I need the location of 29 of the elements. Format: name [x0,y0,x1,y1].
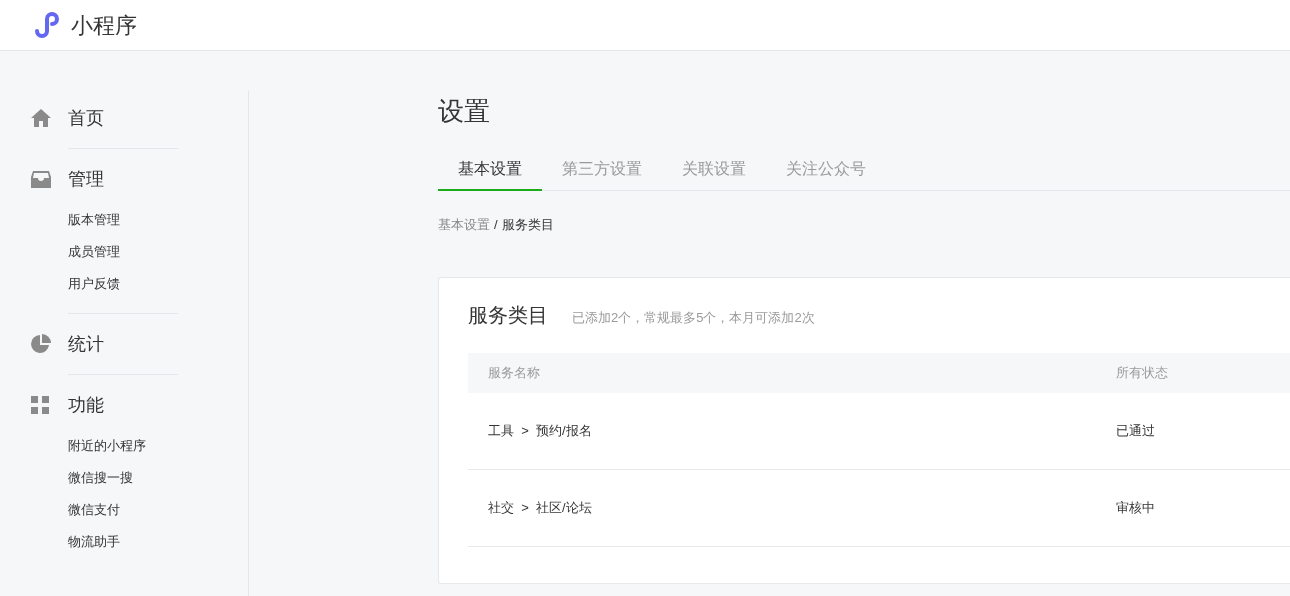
inbox-icon [31,170,51,188]
sidebar-subitem[interactable]: 用户反馈 [68,268,120,300]
home-icon [31,109,51,127]
sidebar-subitem[interactable]: 微信搜一搜 [68,462,133,494]
grid-icon [31,396,49,414]
column-header: 所有状态 [1116,364,1168,383]
breadcrumb-current: 服务类目 [501,216,554,234]
sidebar-item[interactable]: 首页 [68,104,104,132]
tab[interactable]: 基本设置 [438,149,542,191]
sidebar-subitem[interactable]: 微信支付 [68,494,120,526]
sidebar-subitem[interactable]: 附近的小程序 [68,430,146,462]
page-title: 设置 [438,95,491,128]
sidebar-subitem[interactable]: 物流助手 [68,526,120,558]
table-cell-text: 社交 > 社区/论坛 [488,499,592,518]
column-header: 服务名称 [488,364,541,383]
sidebar-item[interactable]: 功能 [68,391,104,419]
pie-chart-icon [31,334,51,354]
sidebar-item[interactable]: 管理 [68,165,104,193]
breadcrumb-link[interactable]: 基本设置 [438,215,490,235]
card-note: 已添加2个，常规最多5个，本月可添加2次 [572,309,815,327]
sidebar-item[interactable]: 统计 [68,330,104,358]
card-title: 服务类目 [468,303,548,328]
sidebar-subitem[interactable]: 成员管理 [68,236,120,268]
table-cell-text: 已通过 [1116,422,1155,441]
product-name: 小程序 [71,11,137,40]
sidebar-subitem[interactable]: 版本管理 [68,204,120,236]
table-cell-text: 工具 > 预约/报名 [488,422,592,441]
breadcrumb-separator: / [494,216,498,234]
table-cell-text: 审核中 [1116,499,1155,518]
